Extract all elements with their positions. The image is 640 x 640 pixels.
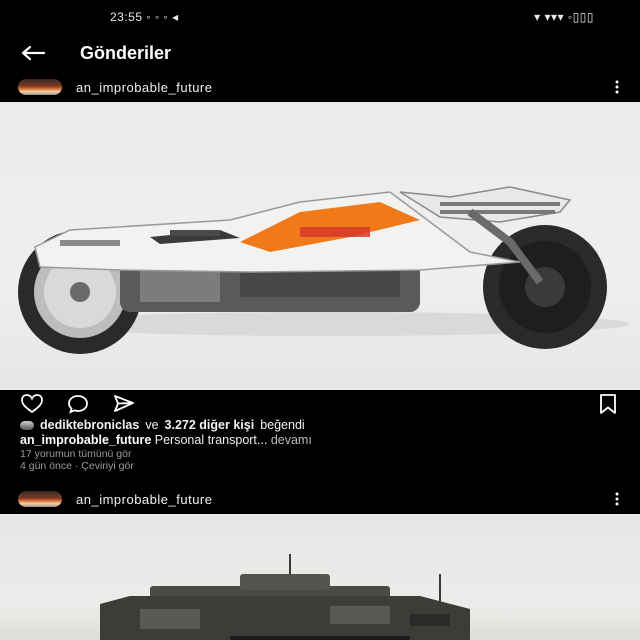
post-image[interactable]: [0, 102, 640, 390]
post-caption: an_improbable_future Personal transport.…: [0, 433, 640, 448]
more-vertical-icon: [615, 80, 619, 94]
status-time: 23:55 ◦ ◦ ◦ ◂: [110, 10, 179, 24]
top-nav: Gönderiler: [0, 34, 640, 72]
view-comments-link[interactable]: 17 yorumun tümünü gör: [0, 448, 640, 460]
liked-by-username[interactable]: dediktebroniclas: [40, 418, 139, 433]
post-header: an_improbable_future: [0, 484, 640, 514]
more-options-button[interactable]: [612, 79, 622, 95]
comment-button[interactable]: [66, 393, 90, 415]
heart-icon: [21, 394, 43, 414]
page-title: Gönderiler: [80, 42, 172, 63]
like-button[interactable]: [20, 393, 44, 415]
armored-vehicle-illustration: [100, 554, 470, 640]
save-button[interactable]: [596, 393, 620, 415]
caption-text: Personal transport...: [154, 433, 268, 447]
caption-username[interactable]: an_improbable_future: [20, 433, 151, 447]
post-header: an_improbable_future: [0, 72, 640, 102]
send-icon: [114, 395, 134, 412]
post-timestamp: 4 gün önce · Çeviriyi gör: [20, 460, 134, 472]
back-button[interactable]: [20, 42, 46, 64]
avatar[interactable]: [18, 79, 62, 95]
share-button[interactable]: [112, 393, 136, 415]
likes-connector: ve: [145, 418, 159, 432]
post-username[interactable]: an_improbable_future: [76, 492, 598, 507]
home-indicator: [230, 636, 410, 640]
caption-more-link[interactable]: devamı: [271, 433, 312, 447]
bookmark-icon: [600, 394, 616, 414]
more-vertical-icon: [615, 492, 619, 506]
status-indicators: ▾ ▾▾▾ ◦▯▯▯: [534, 10, 594, 24]
liker-avatar: [20, 421, 34, 430]
arrow-left-icon: [21, 45, 46, 61]
post-image[interactable]: [0, 514, 640, 640]
more-options-button[interactable]: [612, 491, 622, 507]
post-username[interactable]: an_improbable_future: [76, 80, 598, 95]
avatar[interactable]: [18, 491, 62, 507]
likes-suffix: beğendi: [260, 418, 305, 432]
likes-others-count[interactable]: 3.272 diğer kişi: [165, 418, 255, 433]
motorcycle-illustration: [18, 186, 630, 354]
status-bar: 23:55 ◦ ◦ ◦ ◂ ▾ ▾▾▾ ◦▯▯▯: [0, 0, 640, 34]
likes-summary[interactable]: dediktebroniclas ve 3.272 diğer kişi beğ…: [0, 418, 640, 433]
post-actions: [0, 390, 640, 418]
comment-icon: [68, 395, 88, 414]
